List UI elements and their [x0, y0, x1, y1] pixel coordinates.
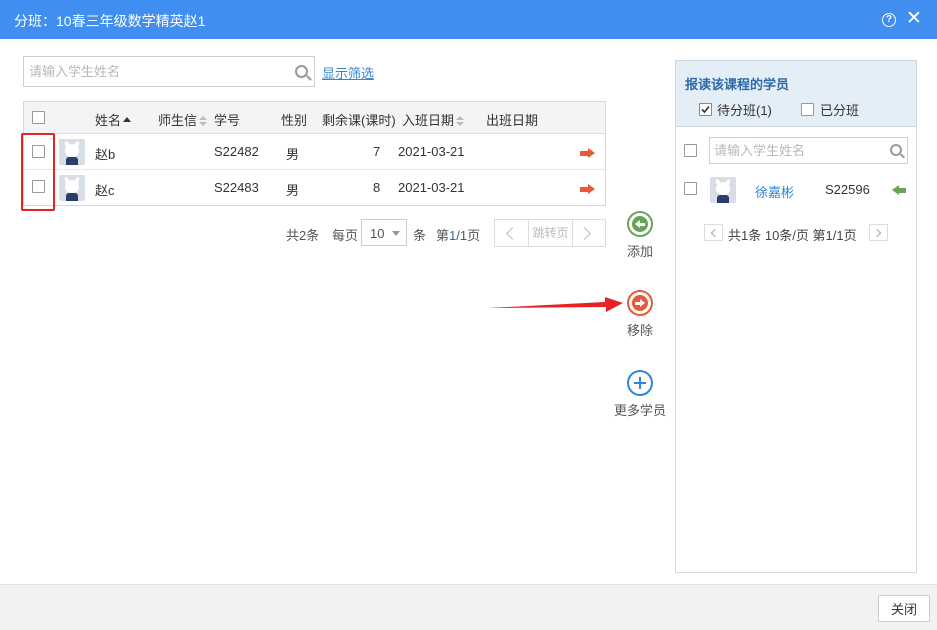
col-enter-date[interactable]: 入班日期	[402, 110, 465, 129]
sort-asc-icon	[123, 117, 132, 122]
student-gender: 男	[286, 183, 300, 198]
avatar	[59, 175, 85, 201]
enrolled-search-input[interactable]	[710, 138, 880, 163]
col-exit-date: 出班日期	[486, 113, 539, 128]
dialog-footer: 关闭	[0, 584, 937, 630]
close-button[interactable]: 关闭	[878, 595, 930, 622]
jump-page-button[interactable]: 跳转页	[528, 219, 573, 247]
avatar	[710, 177, 736, 203]
dialog-title-bar: 分班：10春三年级数学精英赵1 ? ✕	[0, 0, 937, 39]
prev-page-button[interactable]	[494, 219, 529, 247]
add-arrow-icon	[627, 211, 653, 237]
arrow-left-icon[interactable]	[892, 185, 906, 195]
row-checkbox[interactable]	[684, 182, 697, 195]
add-button[interactable]: 添加	[610, 211, 670, 260]
panel-header: 报读该课程的学员 待分班(1) 已分班	[676, 61, 916, 127]
enrolled-student-name[interactable]: 徐嘉彬	[755, 182, 794, 201]
table-header: 姓名 师生信 学号 性别 剩余课(课时) 入班日期 出班日期	[24, 102, 605, 134]
add-label: 添加	[626, 244, 653, 259]
enrolled-pager-info: 共1条 10条/页 第1/1页	[728, 228, 857, 243]
col-parent-msg[interactable]: 师生信	[158, 110, 208, 129]
select-all-enrolled-checkbox[interactable]	[684, 144, 697, 157]
dialog-title: 分班：10春三年级数学精英赵1	[14, 13, 206, 29]
check-icon	[701, 105, 710, 114]
search-icon[interactable]	[295, 65, 308, 78]
student-id: S22482	[214, 144, 259, 159]
page-size-value: 10	[370, 226, 385, 241]
pending-checkbox[interactable]	[699, 103, 712, 116]
prev-page-button[interactable]	[704, 224, 723, 241]
chevron-down-icon	[392, 231, 400, 236]
student-gender: 男	[286, 147, 300, 162]
close-icon[interactable]: ✕	[906, 9, 922, 29]
enrolled-students-panel: 报读该课程的学员 待分班(1) 已分班 徐嘉彬 S22596 共1条 10条/页…	[675, 60, 917, 573]
chevron-left-icon	[506, 227, 519, 240]
class-students-table: 姓名 师生信 学号 性别 剩余课(课时) 入班日期 出班日期 赵b S22482…	[23, 101, 606, 206]
table-row: 赵b S22482 男 7 2021-03-21	[24, 134, 605, 170]
col-name[interactable]: 姓名	[95, 110, 132, 129]
sort-icon	[199, 116, 208, 126]
list-item: 徐嘉彬 S22596	[676, 173, 916, 207]
avatar	[59, 139, 85, 165]
search-icon[interactable]	[890, 144, 902, 156]
pending-tab[interactable]: 待分班(1)	[699, 100, 772, 119]
assigned-checkbox[interactable]	[801, 103, 814, 116]
more-students-button[interactable]: 更多学员	[610, 370, 670, 419]
arrow-right-icon[interactable]	[580, 148, 595, 158]
remaining-hours: 8	[373, 180, 381, 195]
chevron-left-icon	[710, 228, 720, 238]
enrolled-search-box	[709, 137, 908, 164]
enter-date: 2021-03-21	[398, 180, 465, 195]
show-filter-link[interactable]: 显示筛选	[322, 63, 374, 82]
pager-total: 共2条	[286, 228, 320, 243]
remove-arrow-icon	[627, 290, 653, 316]
student-search-box	[23, 56, 315, 87]
panel-title: 报读该课程的学员	[685, 77, 790, 92]
student-name: 赵b	[95, 147, 116, 162]
select-all-checkbox[interactable]	[32, 111, 45, 124]
help-icon[interactable]: ?	[882, 13, 896, 27]
chevron-right-icon	[872, 228, 882, 238]
pager-page-info: 第1/1页	[436, 228, 481, 243]
sort-icon	[456, 116, 465, 126]
col-remaining: 剩余课(课时)	[322, 113, 396, 128]
col-student-id: 学号	[214, 113, 241, 128]
student-name: 赵c	[95, 183, 115, 198]
plus-icon	[627, 370, 653, 396]
pager-per-page-label: 每页	[332, 228, 359, 243]
arrow-right-icon[interactable]	[580, 184, 595, 194]
checkbox-highlight-box	[21, 133, 55, 211]
student-id: S22483	[214, 180, 259, 195]
remaining-hours: 7	[373, 144, 381, 159]
page-size-select[interactable]: 10	[361, 219, 407, 246]
assigned-tab[interactable]: 已分班	[801, 100, 859, 119]
red-pointer-arrow-icon	[488, 297, 623, 312]
next-page-button[interactable]	[869, 224, 888, 241]
table-row: 赵c S22483 男 8 2021-03-21	[24, 170, 605, 206]
student-search-input[interactable]	[24, 57, 284, 86]
enter-date: 2021-03-21	[398, 144, 465, 159]
chevron-right-icon	[578, 227, 591, 240]
col-gender: 性别	[281, 113, 308, 128]
next-page-button[interactable]	[572, 219, 606, 247]
more-students-label: 更多学员	[613, 403, 666, 418]
enrolled-student-id: S22596	[825, 182, 870, 197]
remove-label: 移除	[626, 323, 653, 338]
pager-unit: 条	[413, 228, 427, 243]
